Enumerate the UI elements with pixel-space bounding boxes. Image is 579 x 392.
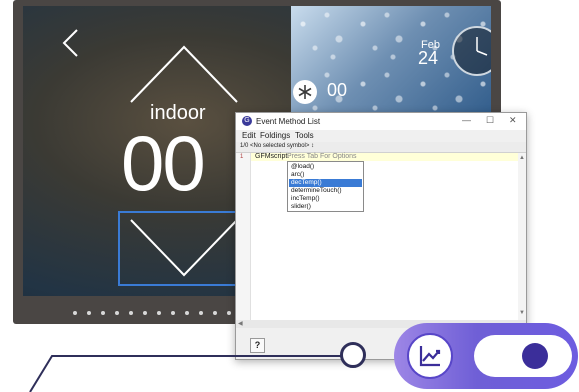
toggle-knob[interactable] bbox=[522, 343, 548, 369]
connector-node-icon bbox=[340, 342, 366, 368]
trend-chart-icon bbox=[419, 346, 441, 367]
chart-button[interactable] bbox=[407, 333, 453, 379]
